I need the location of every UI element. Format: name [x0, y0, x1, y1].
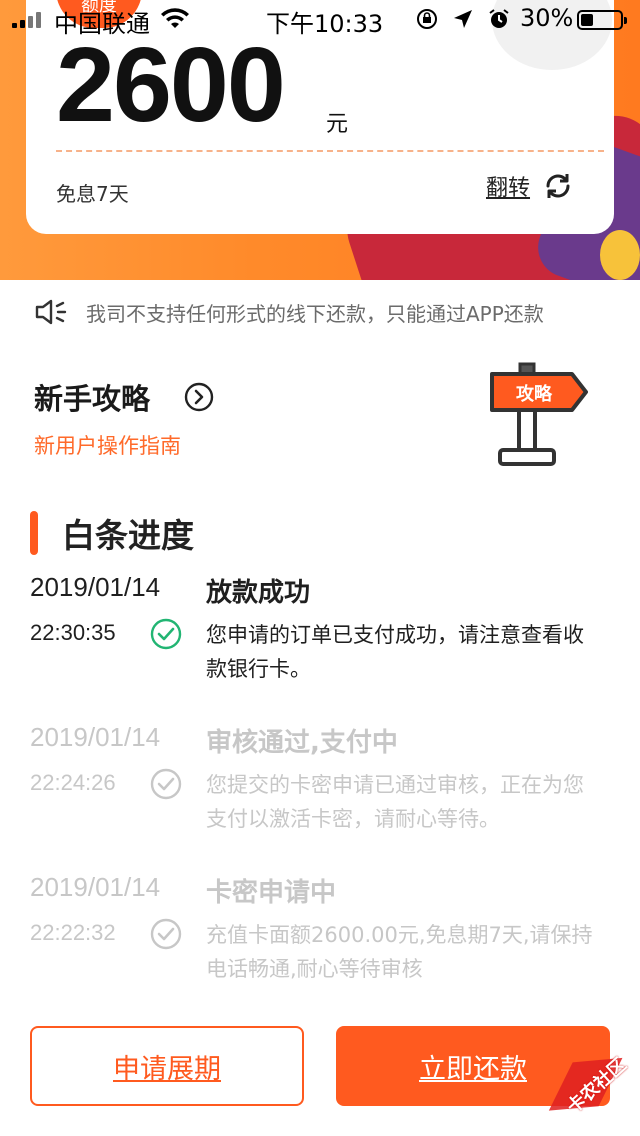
timeline-description: 您申请的订单已支付成功，请注意查看收款银行卡。 [206, 623, 584, 681]
wifi-icon [161, 8, 189, 28]
timeline-status: 放款成功 [206, 578, 311, 608]
progress-timeline: 2019/01/14 22:30:35 放款成功 您申请的订单已支付成功，请注意… [30, 572, 610, 1022]
credit-amount: 2600 [56, 26, 286, 144]
card-divider [56, 150, 604, 152]
timeline-description: 充值卡面额2600.00元,免息期7天,请保持电话畅通,耐心等待审核 [206, 923, 593, 981]
alarm-icon [489, 9, 509, 28]
battery-icon [577, 10, 627, 30]
check-circle-icon [150, 918, 182, 950]
signpost-icon: 攻略 [490, 362, 588, 466]
apply-extension-button[interactable]: 申请展期 [30, 1026, 304, 1106]
timeline-item: 2019/01/14 22:24:26 审核通过,支付中 您提交的卡密申请已通过… [30, 722, 610, 872]
chevron-right-circle-icon[interactable] [184, 382, 214, 412]
interest-free-label: 免息7天 [56, 182, 129, 206]
flip-button[interactable]: 翻转 [486, 170, 574, 202]
speaker-icon [35, 299, 67, 325]
timeline-status: 卡密申请中 [206, 878, 337, 908]
refresh-icon [546, 174, 570, 198]
hero-decoration-yellow [600, 230, 640, 280]
timeline-time: 22:22:32 [30, 920, 116, 945]
progress-header: 白条进度 [30, 510, 194, 556]
beginner-guide[interactable]: 新手攻略 新用户操作指南 攻略 [34, 362, 604, 476]
timeline-date: 2019/01/14 [30, 722, 161, 752]
rotation-lock-icon [417, 9, 437, 29]
timeline-item: 2019/01/14 22:30:35 放款成功 您申请的订单已支付成功，请注意… [30, 572, 610, 722]
flip-label: 翻转 [486, 176, 531, 201]
timeline-status: 审核通过,支付中 [206, 728, 398, 758]
timeline-time: 22:30:35 [30, 620, 116, 645]
location-icon [454, 10, 472, 28]
check-circle-icon [150, 768, 182, 800]
timeline-item: 2019/01/14 22:22:32 卡密申请中 充值卡面额2600.00元,… [30, 872, 610, 1022]
check-circle-icon [150, 618, 182, 650]
notice-bar: 我司不支持任何形式的线下还款，只能通过APP还款 [34, 294, 604, 330]
carrier-label: 中国联通 [54, 10, 150, 38]
signal-icon [12, 12, 41, 28]
guide-title: 新手攻略 [34, 382, 151, 416]
timeline-time: 22:24:26 [30, 770, 116, 795]
progress-title: 白条进度 [62, 516, 194, 555]
signpost-label: 攻略 [516, 383, 553, 405]
section-accent-bar [30, 511, 38, 555]
amount-unit: 元 [326, 112, 349, 137]
clock: 下午10:33 [266, 10, 384, 38]
timeline-date: 2019/01/14 [30, 572, 161, 602]
notice-text: 我司不支持任何形式的线下还款，只能通过APP还款 [86, 301, 544, 326]
status-bar: 中国联通 下午10:33 30% [0, 0, 640, 40]
timeline-date: 2019/01/14 [30, 872, 161, 902]
timeline-description: 您提交的卡密申请已通过审核，正在为您支付以激活卡密，请耐心等待。 [206, 773, 584, 831]
battery-percentage: 30% [520, 4, 574, 32]
